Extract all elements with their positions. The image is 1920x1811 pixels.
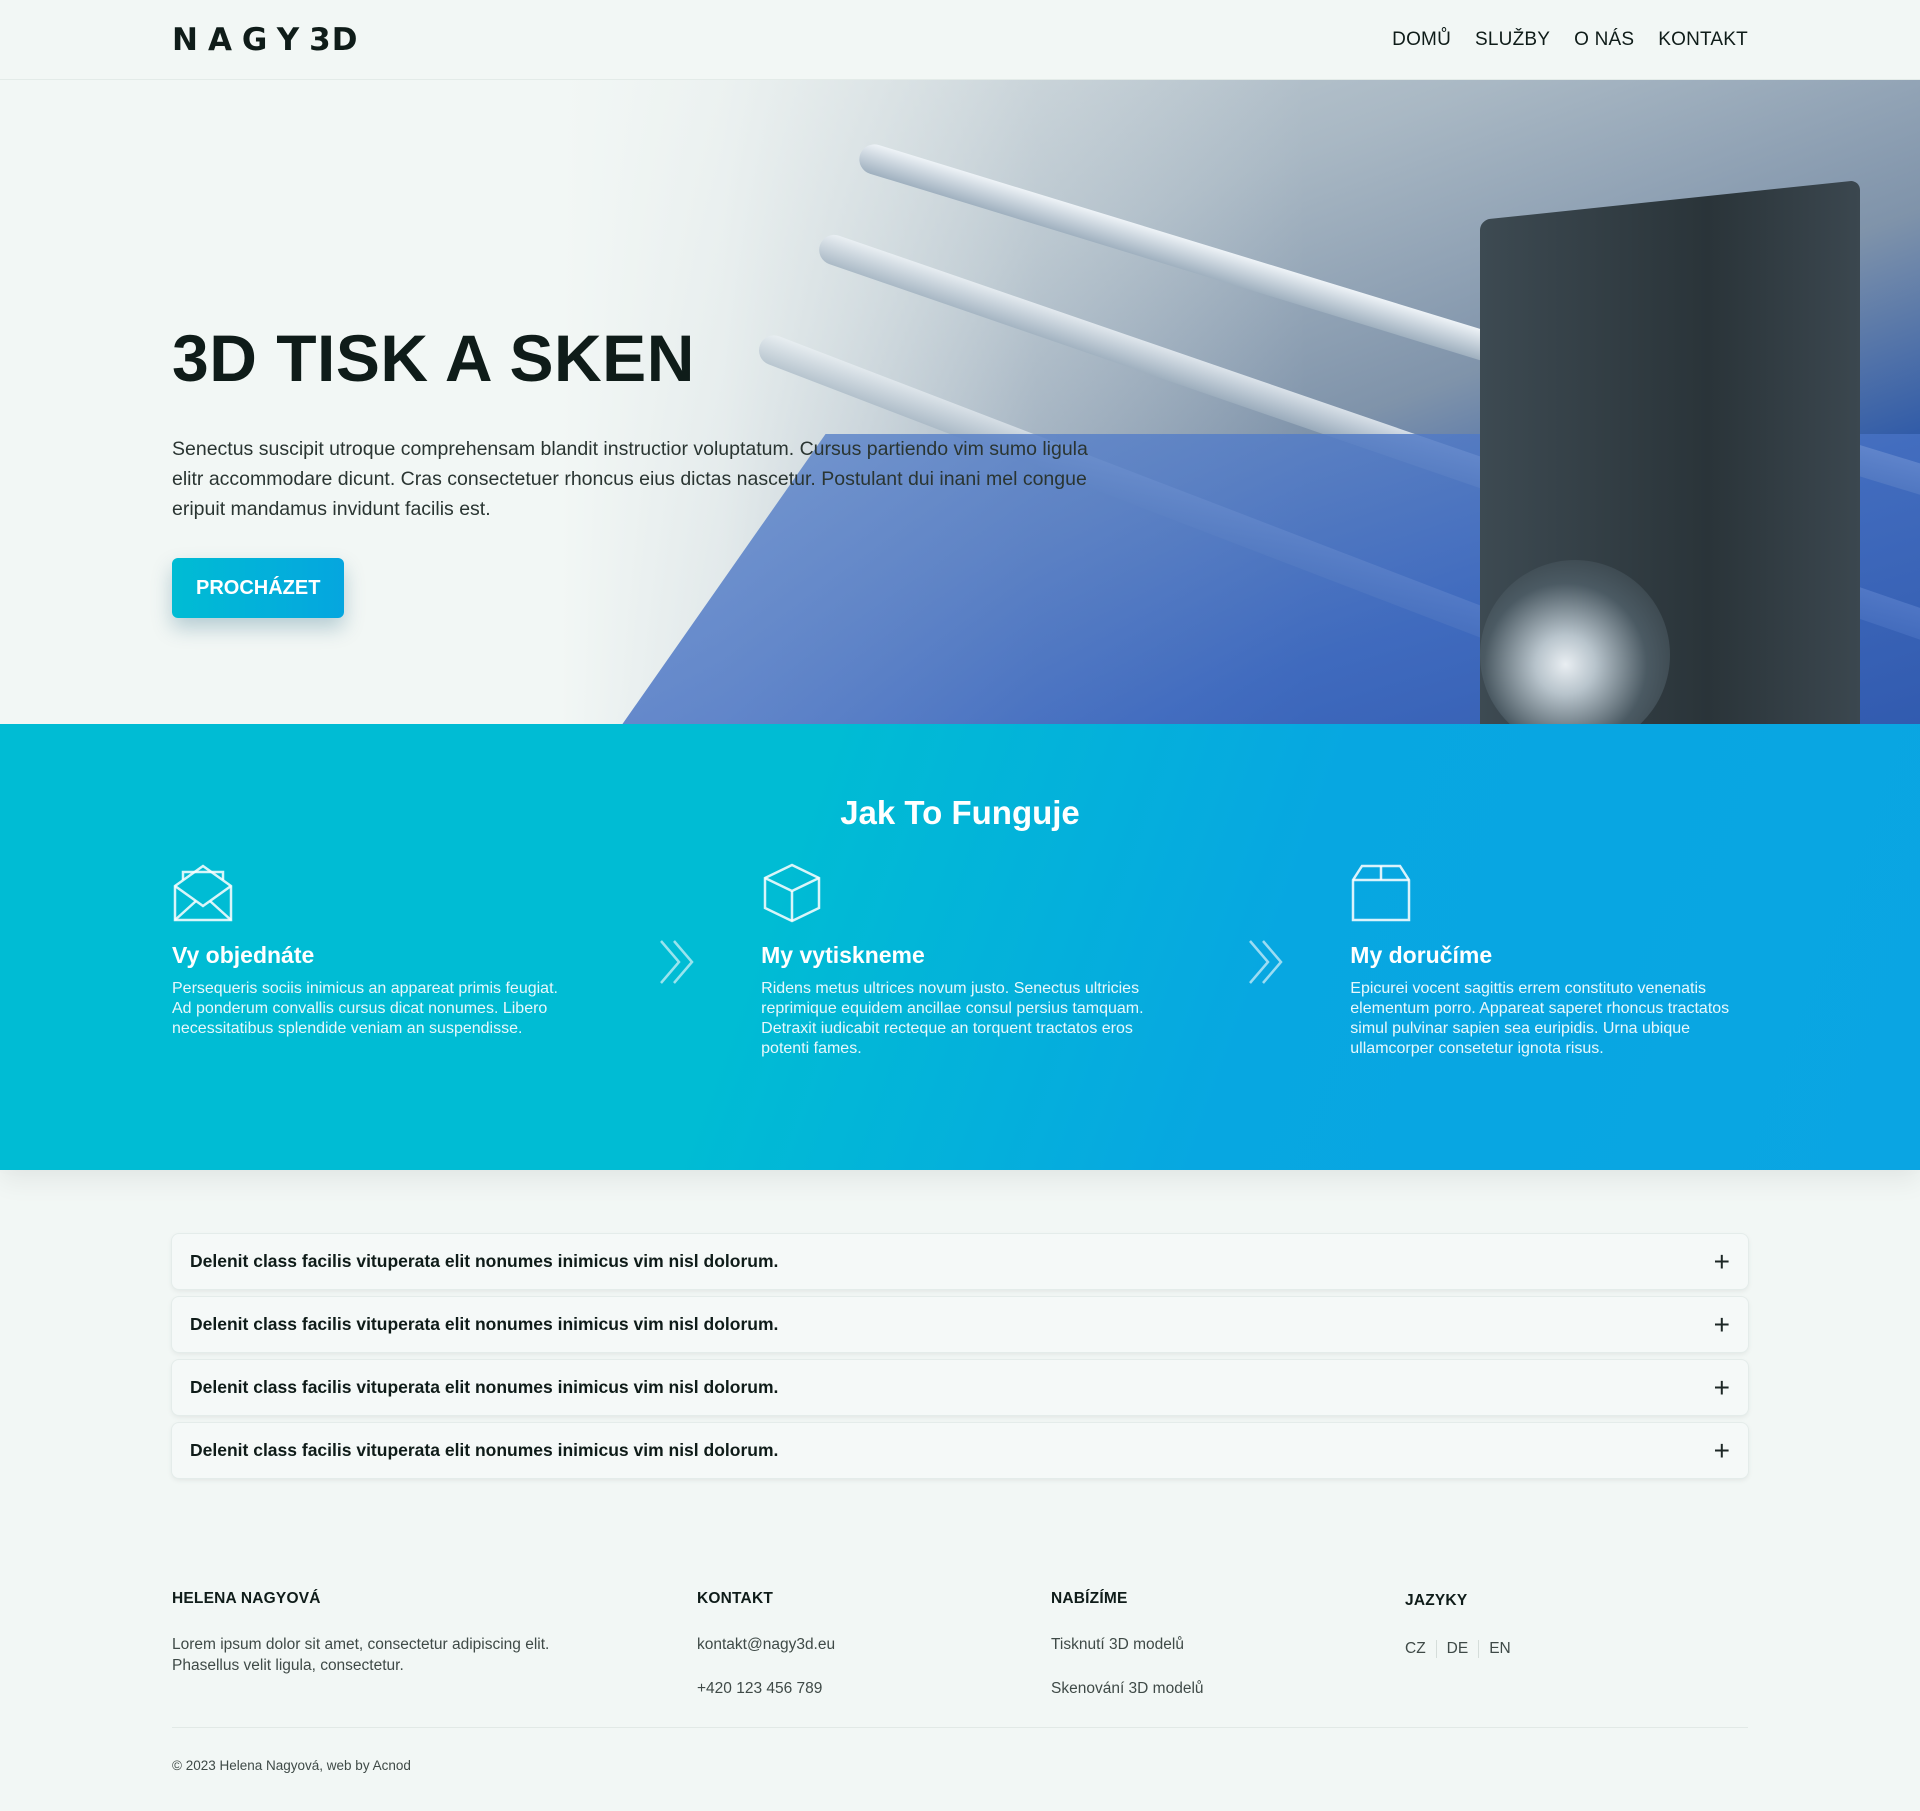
footer-languages: JAZYKY CZ DE EN [1405,1590,1521,1699]
footer-contact-title: KONTAKT [697,1590,774,1607]
faq-item[interactable]: Delenit class facilis vituperata elit no… [172,1297,1748,1352]
copyright: © 2023 Helena Nagyová, web by Acnod [172,1727,1748,1773]
chevron-double-right-icon [1159,862,1350,991]
faq-question: Delenit class facilis vituperata elit no… [190,1440,779,1460]
site-header: NAGY3D DOMŮ SLUŽBY O NÁS KONTAKT [0,0,1920,80]
lang-en[interactable]: EN [1478,1640,1521,1658]
step-title: My vytiskneme [761,942,925,968]
logo-suffix: 3D [309,22,359,58]
step-title: Vy objednáte [172,942,315,968]
footer-phone-link[interactable]: +420 123 456 789 [697,1678,1051,1699]
faq-question: Delenit class facilis vituperata elit no… [190,1251,779,1271]
faq-item[interactable]: Delenit class facilis vituperata elit no… [172,1423,1748,1478]
faq-question: Delenit class facilis vituperata elit no… [190,1377,779,1397]
logo-text: NAGY [172,22,310,58]
browse-button[interactable]: PROCHÁZET [172,558,345,618]
nav-item-home[interactable]: DOMŮ [1392,29,1451,51]
main-nav: DOMŮ SLUŽBY O NÁS KONTAKT [1392,29,1748,51]
chevron-double-right-icon [570,862,761,991]
box-icon [1352,864,1411,922]
footer-offer-scan-link[interactable]: Skenování 3D modelů [1051,1678,1405,1699]
plus-icon[interactable]: + [1714,1436,1730,1465]
language-switcher: CZ DE EN [1405,1640,1521,1658]
nav-item-about[interactable]: O NÁS [1574,29,1634,51]
envelope-icon [173,864,233,922]
step-print: My vytiskneme Ridens metus ultrices novu… [761,862,1159,1059]
footer-contact: KONTAKT kontakt@nagy3d.eu +420 123 456 7… [697,1590,1051,1699]
footer-offer: NABÍZÍME Tisknutí 3D modelů Skenování 3D… [1051,1590,1405,1699]
footer-about: HELENA NAGYOVÁ Lorem ipsum dolor sit ame… [172,1590,697,1699]
hero-text: Senectus suscipit utroque comprehensam b… [172,438,1088,520]
step-text: Ridens metus ultrices novum justo. Senec… [761,980,1144,1057]
nav-item-contact[interactable]: KONTAKT [1658,29,1748,51]
lang-cz[interactable]: CZ [1405,1640,1436,1658]
plus-icon[interactable]: + [1714,1247,1730,1276]
footer-email-link[interactable]: kontakt@nagy3d.eu [697,1634,1051,1655]
plus-icon[interactable]: + [1714,1373,1730,1402]
footer-about-title: HELENA NAGYOVÁ [172,1590,321,1607]
faq-item[interactable]: Delenit class facilis vituperata elit no… [172,1360,1748,1415]
how-title: Jak To Funguje [840,794,1080,831]
footer-offer-print-link[interactable]: Tisknutí 3D modelů [1051,1634,1405,1655]
step-title: My doručíme [1350,942,1493,968]
step-text: Persequeris sociis inimicus an appareat … [172,980,558,1037]
footer-languages-title: JAZYKY [1405,1592,1468,1609]
step-text: Epicurei vocent sagittis errem constitut… [1350,980,1730,1057]
step-order: Vy objednáte Persequeris sociis inimicus… [172,862,570,1039]
faq-section: Delenit class facilis vituperata elit no… [172,1170,1748,1478]
lang-de[interactable]: DE [1435,1640,1479,1658]
hero-title: 3D TISK A SKEN [172,321,695,395]
footer-about-text: Lorem ipsum dolor sit amet, consectetur … [172,1636,550,1674]
faq-item[interactable]: Delenit class facilis vituperata elit no… [172,1234,1748,1289]
nav-item-services[interactable]: SLUŽBY [1475,29,1550,51]
hero-section: 3D TISK A SKEN Senectus suscipit utroque… [0,80,1920,724]
how-it-works-section: Jak To Funguje Vy objednáte Persequeris … [0,724,1920,1170]
faq-question: Delenit class facilis vituperata elit no… [190,1314,779,1334]
site-logo[interactable]: NAGY3D [172,22,358,58]
cube-icon [763,863,821,923]
hero-content: 3D TISK A SKEN Senectus suscipit utroque… [172,320,1092,618]
footer-offer-title: NABÍZÍME [1051,1590,1128,1607]
plus-icon[interactable]: + [1714,1310,1730,1339]
step-deliver: My doručíme Epicurei vocent sagittis err… [1350,862,1748,1059]
site-footer: HELENA NAGYOVÁ Lorem ipsum dolor sit ame… [172,1486,1748,1773]
